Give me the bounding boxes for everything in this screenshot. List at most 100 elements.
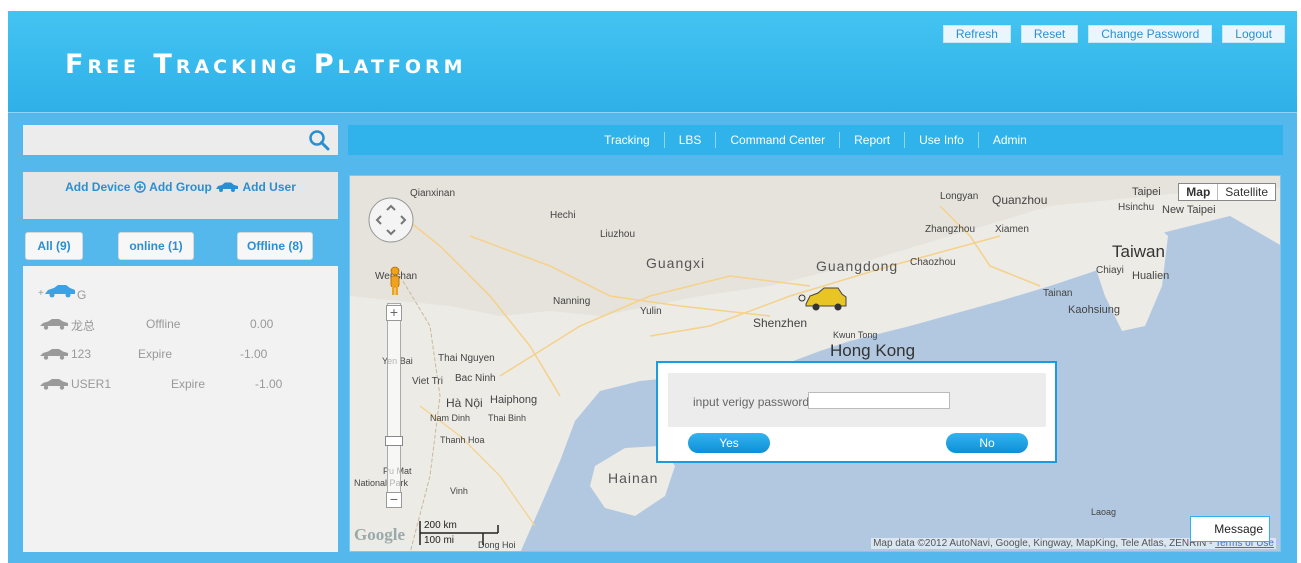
google-logo: Google bbox=[354, 525, 405, 544]
map-label: Hualien bbox=[1132, 270, 1170, 282]
map-label: Bac Ninh bbox=[455, 373, 496, 384]
zoom-out-button[interactable]: − bbox=[386, 492, 402, 508]
device-name: 123 bbox=[71, 347, 92, 361]
car-icon bbox=[45, 285, 75, 298]
zoom-slider-thumb[interactable] bbox=[385, 436, 403, 446]
map-label: Xiamen bbox=[995, 224, 1029, 235]
map-label: Taiwan bbox=[1112, 242, 1165, 261]
zoom-slider[interactable] bbox=[387, 303, 401, 508]
add-group-link[interactable]: Add Group bbox=[149, 180, 212, 194]
map-label: Haiphong bbox=[490, 394, 538, 406]
device-status: Expire bbox=[138, 347, 173, 361]
add-panel: Add Device Add Group Add User bbox=[23, 172, 338, 219]
no-button[interactable]: No bbox=[946, 433, 1028, 453]
map-label: Yulin bbox=[640, 306, 662, 317]
add-user-link[interactable]: Add User bbox=[243, 180, 296, 194]
app-title: Free Tracking Platform bbox=[65, 49, 467, 80]
list-item[interactable]: 龙总 Offline 0.00 bbox=[23, 317, 338, 333]
scale-bar: 200 km 100 mi bbox=[418, 519, 500, 549]
top-actions: Refresh Reset Change Password Logout bbox=[942, 25, 1285, 43]
scale-mi: 100 mi bbox=[424, 535, 455, 546]
nav-lbs[interactable]: LBS bbox=[665, 132, 717, 148]
map-label: Laoag bbox=[1091, 507, 1117, 517]
group-name: G bbox=[77, 288, 87, 302]
car-icon bbox=[40, 379, 68, 390]
map-label: Guangdong bbox=[816, 258, 899, 274]
tab-all[interactable]: All (9) bbox=[25, 232, 83, 260]
vehicle-marker[interactable] bbox=[798, 284, 848, 314]
car-icon bbox=[40, 349, 68, 360]
list-item[interactable]: 123 Expire -1.00 bbox=[23, 347, 338, 363]
refresh-button[interactable]: Refresh bbox=[942, 25, 1011, 43]
map-label: Guangxi bbox=[646, 255, 706, 271]
plus-circle-icon bbox=[134, 181, 146, 193]
add-device-link[interactable]: Add Device bbox=[65, 180, 130, 194]
search-input[interactable] bbox=[23, 125, 303, 155]
expand-icon[interactable]: + bbox=[38, 288, 44, 299]
map-label: Qianxinan bbox=[410, 188, 456, 199]
map-label: Vinh bbox=[450, 486, 468, 496]
header: Free Tracking Platform Refresh Reset Cha… bbox=[8, 11, 1297, 113]
logout-button[interactable]: Logout bbox=[1222, 25, 1285, 43]
car-icon bbox=[216, 182, 239, 192]
map-label: Nanning bbox=[553, 296, 591, 307]
list-item[interactable]: USER1 Expire -1.00 bbox=[23, 377, 338, 393]
map-label: Tainan bbox=[1043, 288, 1073, 299]
map-label: Hà Nội bbox=[446, 396, 483, 410]
change-password-button[interactable]: Change Password bbox=[1088, 25, 1213, 43]
map-label: Thanh Hoa bbox=[440, 435, 485, 445]
device-value: 0.00 bbox=[250, 317, 274, 331]
device-status: Expire bbox=[171, 377, 206, 391]
map-label: Chaozhou bbox=[910, 257, 956, 268]
device-value: -1.00 bbox=[240, 347, 268, 361]
map-label: New Taipei bbox=[1162, 204, 1216, 216]
map-label: Liuzhou bbox=[600, 229, 636, 240]
password-label: input verigy password: bbox=[693, 395, 813, 409]
password-input[interactable] bbox=[808, 392, 950, 409]
tab-offline[interactable]: Offline (8) bbox=[237, 232, 313, 260]
search-bar bbox=[23, 125, 338, 155]
device-name: 龙总 bbox=[71, 319, 96, 333]
map-label: Taipei bbox=[1132, 186, 1161, 198]
device-value: -1.00 bbox=[255, 377, 283, 391]
map-label: Hechi bbox=[550, 210, 576, 221]
pan-control-icon[interactable] bbox=[367, 196, 415, 244]
map-label: Nam Dinh bbox=[430, 413, 471, 423]
search-icon[interactable] bbox=[308, 129, 330, 151]
map-label: Viet Tri bbox=[412, 376, 443, 387]
street-view-pegman-icon[interactable] bbox=[388, 266, 402, 296]
map-label: Longyan bbox=[940, 191, 979, 202]
map-label: Kwun Tong bbox=[833, 330, 878, 340]
tab-online[interactable]: online (1) bbox=[118, 232, 194, 260]
nav-tracking[interactable]: Tracking bbox=[590, 132, 665, 148]
device-status: Offline bbox=[146, 317, 181, 331]
reset-button[interactable]: Reset bbox=[1020, 25, 1079, 43]
map-label: Hsinchu bbox=[1118, 202, 1155, 213]
map-label: Hainan bbox=[608, 470, 659, 486]
message-button[interactable]: Message bbox=[1190, 516, 1270, 542]
map-type-satellite-button[interactable]: Satellite bbox=[1217, 184, 1275, 200]
yes-button[interactable]: Yes bbox=[688, 433, 770, 453]
nav-report[interactable]: Report bbox=[840, 132, 906, 148]
nav-use-info[interactable]: Use Info bbox=[905, 132, 979, 148]
dialog-body: input verigy password: bbox=[668, 373, 1046, 427]
map-label: Kaohsiung bbox=[1068, 304, 1120, 316]
nav-command-center[interactable]: Command Center bbox=[716, 132, 841, 148]
map-label: Thai Binh bbox=[488, 413, 527, 423]
scale-km: 200 km bbox=[424, 520, 457, 531]
device-list: + G 龙总 Offline 0.00 123 Expire -1.00 USE… bbox=[23, 266, 338, 552]
nav-admin[interactable]: Admin bbox=[979, 132, 1041, 148]
main-nav: Tracking LBS Command Center Report Use I… bbox=[348, 125, 1283, 155]
verify-password-dialog: input verigy password: Yes No bbox=[656, 361, 1057, 463]
map-type-map-button[interactable]: Map bbox=[1179, 184, 1217, 200]
app-frame: Free Tracking Platform Refresh Reset Cha… bbox=[8, 11, 1297, 563]
map-label: Hong Kong bbox=[830, 341, 916, 360]
map-label: Shenzhen bbox=[753, 316, 808, 330]
map-label: Quanzhou bbox=[992, 193, 1048, 207]
map-label: Thai Nguyen bbox=[438, 353, 495, 364]
car-icon bbox=[40, 319, 68, 330]
zoom-in-button[interactable]: + bbox=[386, 305, 402, 321]
map-type-toggle: Map Satellite bbox=[1178, 183, 1276, 201]
attribution-text: Map data ©2012 AutoNavi, Google, Kingway… bbox=[873, 538, 1213, 549]
device-name: USER1 bbox=[71, 377, 112, 391]
